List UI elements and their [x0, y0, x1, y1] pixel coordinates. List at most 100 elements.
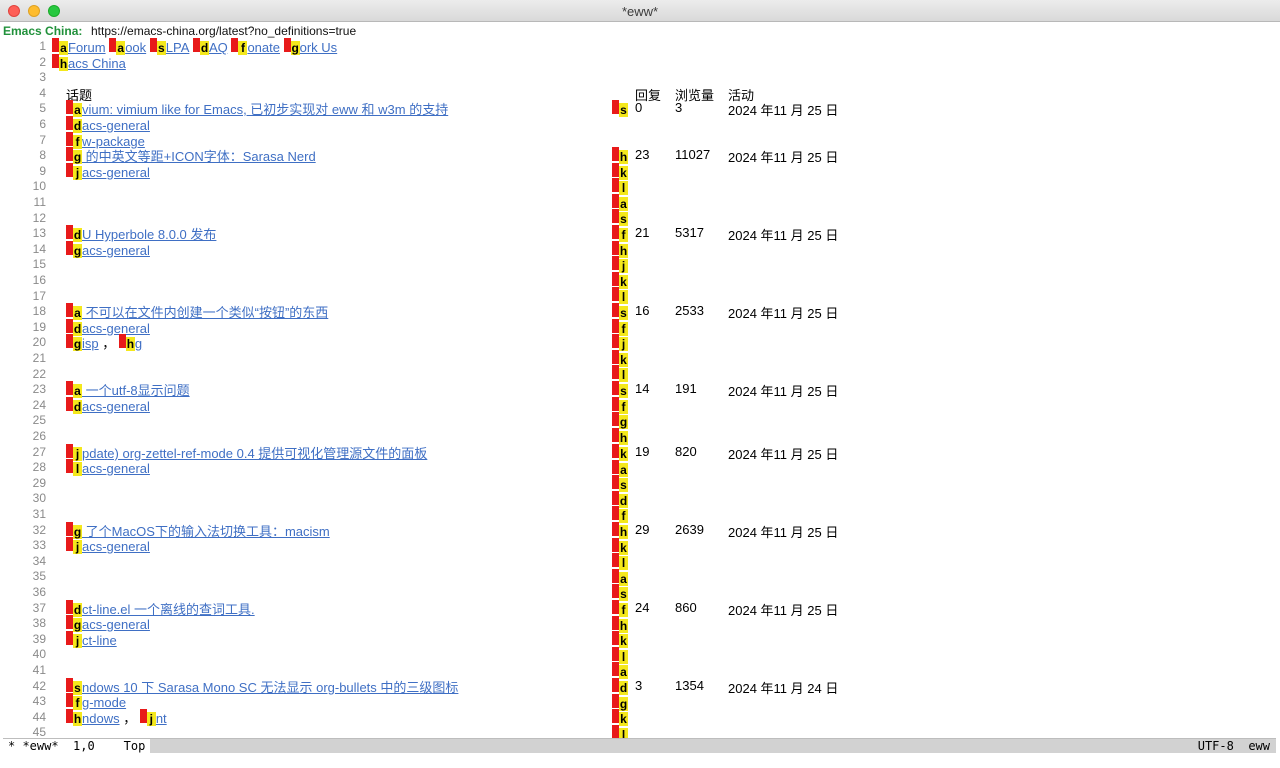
topic-tag[interactable]: g-mode: [82, 695, 126, 710]
avatar-link[interactable]: af: [612, 396, 628, 414]
avatar-link[interactable]: aj: [612, 256, 628, 274]
topic-tag[interactable]: acs-general: [82, 399, 150, 414]
topic-tag-link[interactable]: agisp ， ahg: [66, 334, 142, 351]
topic-tag[interactable]: acs-general: [82, 461, 150, 476]
avatar-link[interactable]: al: [612, 287, 628, 305]
nav-link-label[interactable]: ook: [125, 40, 146, 55]
nav-link-label[interactable]: ork Us: [300, 40, 338, 55]
topic-tag[interactable]: acs-general: [82, 165, 150, 180]
avatar-link[interactable]: ak: [612, 162, 628, 180]
avatar-link[interactable]: ah: [612, 427, 628, 445]
topic-tag-link[interactable]: ahndows ， a j nt: [66, 709, 167, 726]
avatar-link[interactable]: al: [612, 365, 628, 383]
avatar-link[interactable]: ag: [612, 412, 628, 430]
avatar-link[interactable]: as: [612, 584, 628, 602]
nav-link[interactable]: agork Us: [283, 38, 338, 55]
avatar-link[interactable]: ak: [612, 349, 628, 367]
topic-tag[interactable]: acs-general: [82, 539, 150, 554]
avatar-link[interactable]: ah: [612, 147, 628, 164]
topic-tag[interactable]: acs-general: [82, 243, 150, 258]
topic-tag-link[interactable]: ahg: [118, 334, 142, 351]
avatar-link[interactable]: al: [612, 646, 628, 664]
home-link-label[interactable]: acs China: [68, 56, 126, 71]
topic-title-link[interactable]: aa 一个utf-8显示问题: [66, 381, 190, 398]
avatar-link[interactable]: ag: [612, 693, 628, 711]
avatar-link[interactable]: aj: [612, 334, 628, 352]
nav-link-label[interactable]: LPA: [166, 40, 190, 55]
topic-title-link[interactable]: ag 的中英文等距+ICON字体：Sarasa Nerd: [66, 147, 316, 164]
avatar-link[interactable]: ak: [612, 271, 628, 289]
avatar-link[interactable]: af: [612, 600, 628, 617]
nav-link[interactable]: adAQ: [193, 38, 228, 55]
topic-tag-link[interactable]: a j acs-general: [66, 537, 150, 554]
avatar-link[interactable]: af: [612, 506, 628, 524]
avatar-link[interactable]: ad: [612, 678, 628, 695]
avatar-link[interactable]: aa: [612, 459, 628, 477]
topic-tag-link[interactable]: agacs-general: [66, 615, 150, 632]
avatar-link[interactable]: as: [612, 475, 628, 493]
topic-title[interactable]: ndows 10 下 Sarasa Mono SC 无法显示 org-bulle…: [82, 680, 458, 695]
topic-title-link[interactable]: aa 不可以在文件内创建一个类似“按钮”的东西: [66, 303, 328, 320]
topic-tag[interactable]: acs-general: [82, 617, 150, 632]
topic-title[interactable]: 的中英文等距+ICON字体：Sarasa Nerd: [82, 149, 316, 164]
avatar-link[interactable]: ah: [612, 522, 628, 539]
avatar-link[interactable]: aa: [612, 662, 628, 680]
link-hint-prefix: a: [612, 349, 619, 364]
avatar-link[interactable]: ak: [612, 631, 628, 649]
avatar-link[interactable]: as: [612, 100, 628, 117]
topic-title[interactable]: 一个utf-8显示问题: [82, 383, 190, 398]
topic-tag-link[interactable]: adacs-general: [66, 397, 150, 414]
nav-link-label[interactable]: onate: [247, 40, 280, 55]
link-hint-key: j: [73, 540, 82, 554]
topic-tag-link[interactable]: a j ct-line: [66, 631, 117, 648]
nav-link-label[interactable]: Forum: [68, 40, 106, 55]
topic-tag[interactable]: ndows: [82, 711, 120, 726]
topic-tag-link[interactable]: a j nt: [139, 709, 167, 726]
topic-tag-link[interactable]: a j acs-general: [66, 163, 150, 180]
nav-link[interactable]: a f onate: [231, 38, 280, 55]
avatar-link[interactable]: ak: [612, 537, 628, 555]
topic-title-link[interactable]: aavium: vimium like for Emacs, 已初步实现对 ew…: [66, 100, 448, 117]
topic-tag[interactable]: isp: [82, 336, 99, 351]
topic-tag-link[interactable]: agacs-general: [66, 241, 150, 258]
topic-title[interactable]: U Hyperbole 8.0.0 发布: [82, 227, 216, 242]
avatar-link[interactable]: af: [612, 225, 628, 242]
topic-tag[interactable]: acs-general: [82, 118, 150, 133]
avatar-link[interactable]: ad: [612, 490, 628, 508]
avatar-link[interactable]: af: [612, 318, 628, 336]
tag-separator: ，: [119, 711, 140, 726]
avatar-link[interactable]: ah: [612, 615, 628, 633]
topic-tag[interactable]: ct-line: [82, 633, 117, 648]
line-number: 39: [32, 632, 46, 646]
avatar-link[interactable]: al: [612, 553, 628, 571]
link-hint-prefix: a: [66, 241, 73, 255]
nav-link-label[interactable]: AQ: [209, 40, 228, 55]
avatar-link[interactable]: aa: [612, 568, 628, 586]
avatar-link[interactable]: as: [612, 303, 628, 320]
nav-link[interactable]: aaForum: [52, 38, 106, 55]
topic-tag-link[interactable]: a f g-mode: [66, 693, 126, 710]
avatar-link[interactable]: ak: [612, 709, 628, 727]
topic-tag[interactable]: nt: [156, 711, 167, 726]
nav-link[interactable]: aaook: [109, 38, 146, 55]
line-number: 3: [39, 70, 46, 84]
topic-tag-link[interactable]: a l acs-general: [66, 459, 150, 476]
topic-title[interactable]: 不可以在文件内创建一个类似“按钮”的东西: [82, 305, 329, 320]
avatar-link[interactable]: ah: [612, 240, 628, 258]
avatar-link[interactable]: ak: [612, 444, 628, 461]
topic-title-link[interactable]: adU Hyperbole 8.0.0 发布: [66, 225, 216, 242]
nav-link[interactable]: asLPA: [149, 38, 190, 55]
link-hint-prefix: a: [612, 256, 619, 271]
topic-tag-link[interactable]: adacs-general: [66, 116, 150, 133]
link-hint-prefix: a: [66, 631, 73, 645]
line-number: 42: [32, 679, 46, 693]
line-number: 5: [39, 101, 46, 115]
avatar-link[interactable]: aa: [612, 193, 628, 211]
topic-tag[interactable]: g: [135, 336, 142, 351]
home-link[interactable]: ahacs China: [52, 54, 126, 71]
avatar-link[interactable]: al: [612, 178, 628, 196]
avatar-link[interactable]: as: [612, 209, 628, 227]
topic-title[interactable]: vium: vimium like for Emacs, 已初步实现对 eww …: [82, 102, 448, 117]
link-hint-prefix: a: [612, 178, 619, 193]
avatar-link[interactable]: as: [612, 381, 628, 398]
